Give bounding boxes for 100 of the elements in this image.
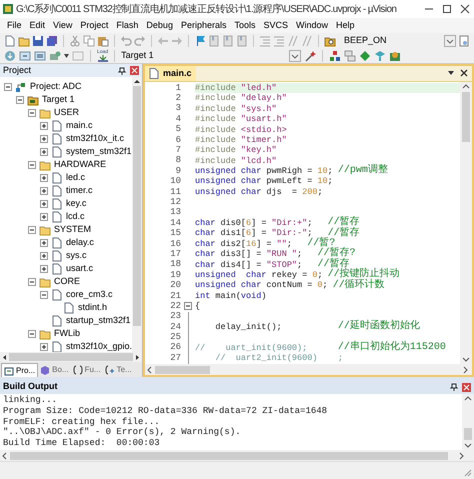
collapse-icon[interactable] bbox=[28, 226, 36, 234]
tree-item[interactable]: Project: ADC bbox=[30, 80, 82, 94]
scrollbar-thumb[interactable] bbox=[10, 452, 448, 460]
tree-item[interactable]: usart.c bbox=[66, 262, 94, 276]
menu-item[interactable]: Edit bbox=[26, 18, 50, 32]
close-icon[interactable] bbox=[460, 4, 470, 14]
expand-icon[interactable] bbox=[40, 134, 48, 142]
pin-icon[interactable] bbox=[118, 66, 126, 74]
flag-icon[interactable] bbox=[194, 34, 206, 46]
scrollbar-thumb[interactable] bbox=[133, 86, 141, 326]
scrollbar-thumb[interactable] bbox=[155, 366, 210, 374]
tree-item[interactable]: stm32f10x_gpio. bbox=[66, 340, 132, 352]
menu-item[interactable]: Peripherals bbox=[176, 18, 230, 32]
expand-icon[interactable] bbox=[40, 148, 48, 156]
target-select[interactable]: Target 1 bbox=[121, 48, 302, 62]
maximize-icon[interactable] bbox=[442, 4, 452, 14]
expand-icon[interactable] bbox=[40, 122, 48, 130]
collapse-icon[interactable] bbox=[28, 330, 36, 338]
panel-tab[interactable]: Fu... bbox=[70, 363, 103, 377]
wand-icon[interactable] bbox=[304, 50, 316, 62]
download-icon bbox=[98, 54, 108, 62]
stack-icon[interactable] bbox=[389, 50, 402, 62]
scrollbar[interactable] bbox=[132, 77, 142, 352]
expand-icon[interactable] bbox=[40, 186, 48, 194]
tree-item[interactable]: main.c bbox=[66, 118, 93, 132]
expand-icon[interactable] bbox=[40, 252, 48, 260]
tree-item[interactable]: key.c bbox=[66, 196, 86, 210]
paste-icon[interactable] bbox=[97, 34, 109, 46]
panel-tab[interactable]: Pro... bbox=[1, 363, 38, 377]
expand-icon[interactable] bbox=[40, 264, 48, 272]
scrollbar-thumb[interactable] bbox=[462, 92, 470, 142]
tree-item[interactable]: timer.c bbox=[66, 184, 93, 198]
expand-icon[interactable] bbox=[40, 238, 48, 246]
expand-icon[interactable] bbox=[40, 212, 48, 220]
tree-item[interactable]: system_stm32f1 bbox=[66, 144, 132, 158]
tree-item[interactable]: stm32f10x_it.c bbox=[66, 132, 124, 146]
tree-item[interactable]: sys.c bbox=[66, 248, 87, 262]
menu-item[interactable]: Debug bbox=[142, 18, 177, 32]
menu-item[interactable]: File bbox=[3, 18, 26, 32]
menu-item[interactable]: Tools bbox=[230, 18, 260, 32]
rebuild-icon[interactable] bbox=[34, 50, 46, 62]
collapse-icon[interactable] bbox=[4, 82, 12, 90]
tree-item[interactable]: USER bbox=[54, 106, 80, 120]
menu-item[interactable]: Help bbox=[332, 18, 359, 32]
dropdown-icon[interactable] bbox=[447, 69, 455, 77]
scrollbar[interactable] bbox=[0, 352, 142, 362]
collapse-icon[interactable] bbox=[28, 108, 36, 116]
find-field[interactable]: BEEP_ON bbox=[344, 34, 442, 48]
menu-item[interactable]: SVCS bbox=[260, 18, 292, 32]
tree-item[interactable]: lcd.c bbox=[66, 210, 85, 224]
tree-item[interactable]: CORE bbox=[54, 274, 80, 288]
collapse-icon[interactable] bbox=[16, 96, 24, 104]
save-icon[interactable] bbox=[32, 34, 44, 46]
build-icon[interactable] bbox=[19, 50, 31, 62]
file-icon bbox=[51, 172, 63, 184]
editor-tab[interactable]: main.c bbox=[145, 66, 196, 81]
tree-item[interactable]: delay.c bbox=[66, 236, 94, 250]
resize-grip-icon[interactable] bbox=[464, 469, 472, 477]
panel-tab[interactable]: Bo... bbox=[38, 363, 71, 377]
scrollbar-thumb[interactable] bbox=[464, 428, 472, 440]
tree-item[interactable]: led.c bbox=[66, 170, 86, 184]
collapse-icon[interactable] bbox=[28, 160, 36, 168]
scrollbar-thumb[interactable] bbox=[9, 353, 133, 361]
blocks-icon[interactable] bbox=[329, 50, 342, 62]
document-search-icon[interactable] bbox=[458, 34, 470, 46]
close-icon[interactable] bbox=[460, 69, 468, 77]
scrollbar[interactable] bbox=[462, 394, 474, 450]
collapse-icon[interactable] bbox=[28, 278, 36, 286]
panel-title: Build Output bbox=[3, 380, 58, 394]
scrollbar[interactable] bbox=[0, 450, 474, 461]
menu-item[interactable]: Project bbox=[76, 18, 112, 32]
caret-icon[interactable] bbox=[64, 54, 69, 58]
code-line: int main(void) bbox=[195, 290, 268, 302]
tree-item[interactable]: FWLib bbox=[54, 326, 80, 340]
expand-icon[interactable] bbox=[40, 342, 48, 350]
menu-item[interactable]: Flash bbox=[112, 18, 142, 32]
line-number: 21 bbox=[169, 292, 181, 300]
code-line: delay_init(); //延时函数初始化 bbox=[214, 322, 421, 332]
scrollbar[interactable] bbox=[145, 364, 472, 375]
tree-item[interactable]: startup_stm32f1 bbox=[66, 314, 131, 328]
file-icon bbox=[51, 314, 63, 326]
tree-item[interactable]: HARDWARE bbox=[54, 158, 106, 172]
save-all-icon[interactable] bbox=[46, 34, 58, 46]
tree-item[interactable]: Target 1 bbox=[42, 92, 75, 106]
expand-icon[interactable] bbox=[40, 200, 48, 208]
file-icon bbox=[63, 302, 75, 314]
menu-item[interactable]: Window bbox=[292, 18, 332, 32]
menu-item[interactable]: View bbox=[49, 18, 76, 32]
pin-icon[interactable] bbox=[450, 383, 458, 391]
panel-tab[interactable]: Te... bbox=[102, 363, 134, 377]
tree-item[interactable]: stdint.h bbox=[78, 300, 108, 314]
tree-item[interactable]: SYSTEM bbox=[54, 222, 92, 236]
collapse-icon[interactable] bbox=[184, 302, 192, 310]
expand-icon[interactable] bbox=[40, 174, 48, 182]
tree-item[interactable]: core_cm3.c bbox=[66, 288, 113, 302]
find-icon[interactable] bbox=[324, 34, 336, 46]
file-icon bbox=[51, 250, 63, 262]
scrollbar[interactable] bbox=[460, 82, 472, 364]
code-line: #include "delay.h" bbox=[195, 93, 288, 104]
collapse-icon[interactable] bbox=[40, 290, 48, 298]
